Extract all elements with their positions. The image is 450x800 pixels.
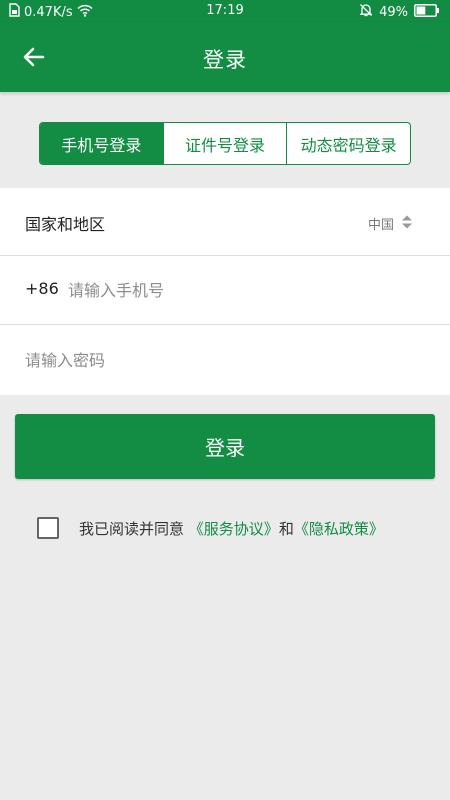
agreement-and: 和: [278, 519, 294, 538]
battery-fill: [416, 6, 426, 14]
privacy-policy-link[interactable]: 《隐私政策》: [294, 520, 384, 538]
battery-icon: [414, 3, 440, 21]
phone-input[interactable]: [68, 272, 423, 308]
agreement-text: 我已阅读并同意 《服务协议》和《隐私政策》: [79, 518, 384, 539]
tab-id-login[interactable]: 证件号登录: [162, 123, 287, 164]
agreement-checkbox[interactable]: [37, 517, 59, 539]
country-label: 国家和地区: [25, 215, 106, 234]
country-code: +86: [25, 279, 59, 298]
password-input[interactable]: [25, 342, 423, 378]
agreement-prefix: 我已阅读并同意: [79, 519, 185, 538]
login-method-tabs: 手机号登录 证件号登录 动态密码登录: [39, 122, 411, 165]
country-row[interactable]: 国家和地区 中国: [0, 188, 450, 256]
service-agreement-link[interactable]: 《服务协议》: [189, 520, 279, 538]
tab-phone-login[interactable]: 手机号登录: [40, 123, 163, 164]
status-bar: 0.47K/s 17:19 49%: [0, 0, 450, 22]
agreement-row: 我已阅读并同意 《服务协议》和《隐私政策》: [37, 516, 384, 540]
app-bar: 登录: [0, 22, 450, 92]
sort-arrows-icon: [401, 214, 413, 230]
phone-row: +86: [0, 256, 450, 325]
tab-dynamic-password-login[interactable]: 动态密码登录: [286, 123, 410, 164]
password-row: [0, 325, 450, 395]
login-form: 国家和地区 中国 +86: [0, 188, 450, 395]
country-value: 中国: [367, 218, 394, 233]
battery-percent: 49%: [379, 4, 408, 20]
page-title: 登录: [203, 48, 247, 72]
login-button[interactable]: 登录: [15, 414, 435, 479]
mute-bell-icon: [359, 3, 373, 21]
status-right: 49%: [359, 3, 440, 21]
